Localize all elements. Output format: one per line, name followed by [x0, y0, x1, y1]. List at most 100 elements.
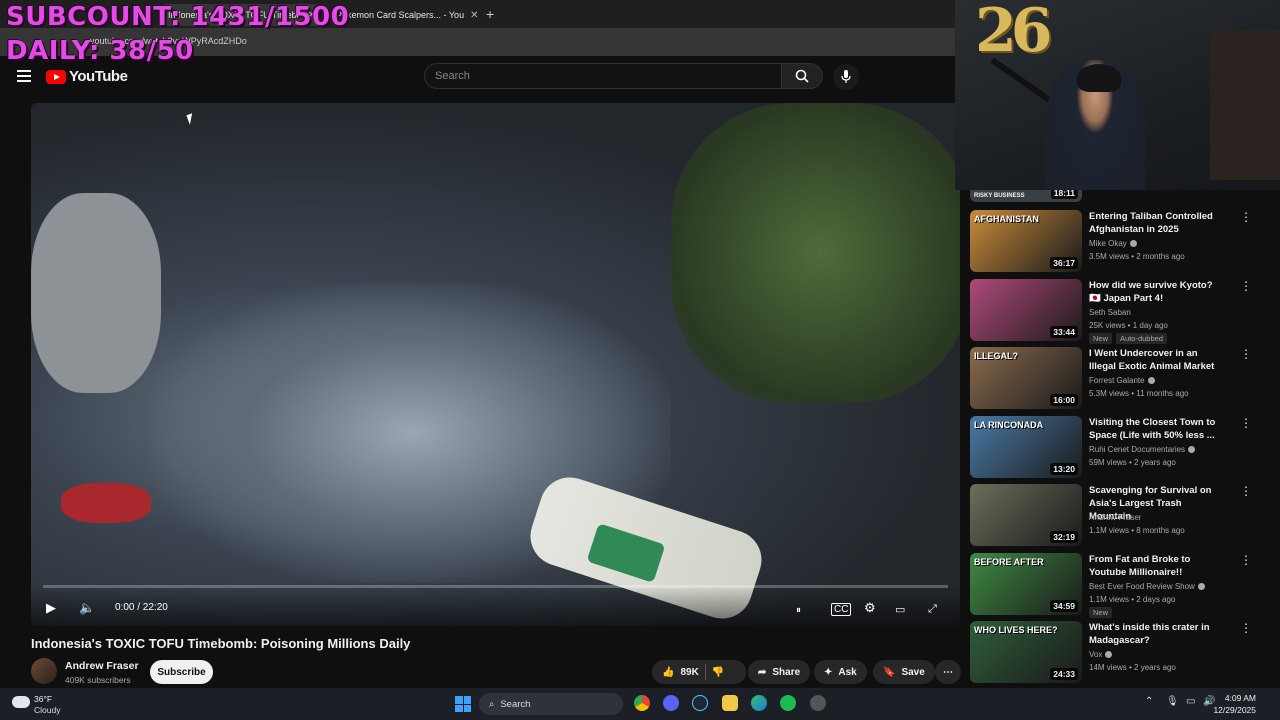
recommendation-title[interactable]: How did we survive Kyoto? 🇯🇵 Japan Part … — [1089, 279, 1219, 305]
search-button[interactable] — [781, 63, 823, 89]
spotify-icon[interactable] — [780, 695, 796, 711]
subscribe-button[interactable]: Subscribe — [150, 660, 213, 684]
more-vertical-icon[interactable]: ⋮ — [1240, 484, 1252, 498]
chevron-up-icon[interactable]: ⌃ — [1145, 696, 1153, 707]
thumbs-down-icon[interactable]: 👎 — [712, 667, 724, 678]
recommendation-channel[interactable]: Vox — [1089, 650, 1113, 659]
channel-avatar[interactable] — [31, 658, 57, 684]
progress-bar[interactable] — [43, 585, 948, 588]
video-frame-red-bag — [61, 483, 151, 523]
recommendation-thumbnail[interactable]: AFGHANISTAN 36:17 — [970, 210, 1082, 272]
microphone-icon[interactable]: 🎙 — [1166, 696, 1179, 707]
volume-icon[interactable]: 🔈 — [79, 600, 95, 616]
more-horizontal-icon: ⋯ — [943, 666, 953, 678]
recommendation-title[interactable]: I Went Undercover in an Illegal Exotic A… — [1089, 347, 1219, 373]
like-count[interactable]: 89K — [680, 667, 698, 678]
recommendation-title[interactable]: What's inside this crater in Madagascar? — [1089, 621, 1219, 647]
recommendation-item[interactable]: LA RINCONADA 13:20 Visiting the Closest To… — [970, 415, 1270, 478]
more-vertical-icon[interactable]: ⋮ — [1240, 347, 1252, 361]
windows-start-icon[interactable] — [455, 696, 471, 712]
recommendation-item[interactable]: ILLEGAL? 16:00 I Went Undercover in an Ill… — [970, 347, 1270, 409]
recommendation-thumbnail[interactable]: 32:19 — [970, 484, 1082, 546]
recommendation-item[interactable]: 32:19 Scavenging for Survival on Asia's L… — [970, 484, 1270, 546]
play-icon[interactable]: ▶ — [46, 600, 56, 616]
bookmark-icon: 🔖 — [883, 666, 896, 678]
share-button[interactable]: ➦ Share — [748, 660, 811, 684]
subcount-overlay: SUBCOUNT: 1431/1500 — [6, 2, 350, 32]
fullscreen-icon[interactable]: ⤢ — [928, 603, 937, 616]
network-icon[interactable]: ▭ — [1186, 696, 1195, 707]
divider — [704, 664, 706, 680]
thumbs-up-icon[interactable]: 👍 — [662, 667, 674, 678]
channel-name: Vox — [1089, 650, 1103, 659]
recommendation-item[interactable]: BEFORE AFTER 34:59 From Fat and Broke to Y… — [970, 552, 1270, 618]
file-explorer-icon[interactable] — [722, 695, 738, 711]
video-title: Indonesia's TOXIC TOFU Timebomb: Poisoni… — [31, 636, 411, 651]
thumbnail-text: WHO LIVES HERE? — [974, 625, 1058, 635]
weather-temperature[interactable]: 36°F — [34, 694, 52, 704]
badge: Auto-dubbed — [1116, 332, 1167, 344]
recommendation-channel[interactable]: Ruhi Cenet Documentaries — [1089, 445, 1196, 454]
more-vertical-icon[interactable]: ⋮ — [1240, 553, 1252, 567]
recommendation-thumbnail[interactable]: RISKY BUSINESS 18:11 — [970, 190, 1082, 202]
clock-date[interactable]: 12/29/2025 — [1200, 705, 1256, 715]
more-vertical-icon[interactable]: ⋮ — [1240, 279, 1252, 293]
duration-badge: 13:20 — [1050, 462, 1078, 475]
verified-check-icon — [1147, 377, 1155, 385]
like-dislike-group: 👍 89K 👎 — [652, 660, 746, 684]
microphone-icon — [841, 70, 851, 83]
thumb-badge: RISKY BUSINESS — [974, 193, 1025, 199]
duration-badge: 32:19 — [1050, 531, 1078, 543]
share-label: Share — [772, 666, 801, 678]
discord-icon[interactable] — [663, 695, 679, 711]
ask-button[interactable]: ✦ Ask — [814, 660, 867, 684]
recommendation-item[interactable]: AFGHANISTAN 36:17 Entering Taliban Control… — [970, 210, 1270, 272]
recommendation-channel[interactable]: Best Ever Food Review Show — [1089, 582, 1205, 591]
search-input[interactable]: Search — [424, 63, 782, 89]
recommendation-thumbnail[interactable]: LA RINCONADA 13:20 — [970, 415, 1082, 478]
cloud-icon[interactable] — [12, 696, 30, 708]
recommendation-meta: 1.1M views • 8 months ago — [1089, 526, 1185, 535]
more-vertical-icon[interactable]: ⋮ — [1240, 416, 1252, 430]
hamburger-menu-icon[interactable] — [17, 70, 31, 82]
theater-mode-icon[interactable]: ▭ — [895, 603, 905, 616]
video-player[interactable]: ▶ 🔈 0:00 / 22:20 ⏸ CC ⚙ ▭ ⤢ — [31, 103, 960, 626]
recommendation-title[interactable]: Entering Taliban Controlled Afghanistan … — [1089, 210, 1219, 236]
more-vertical-icon[interactable]: ⋮ — [1240, 210, 1252, 224]
recommendation-item[interactable]: 33:44 How did we survive Kyoto? 🇯🇵 Japan … — [970, 278, 1270, 344]
channel-name: Andrew Fraser — [1089, 513, 1142, 522]
close-tab-icon[interactable]: ✕ — [470, 10, 478, 21]
recommendation-thumbnail[interactable]: ILLEGAL? 16:00 — [970, 347, 1082, 409]
recommendation-item[interactable]: WHO LIVES HERE? 24:33 What's inside this c… — [970, 621, 1270, 683]
new-tab-icon[interactable]: + — [486, 6, 494, 22]
autoplay-toggle-icon[interactable]: ⏸ — [796, 605, 801, 616]
taskbar-search[interactable]: ⌕ Search — [479, 693, 623, 715]
verified-check-icon — [1188, 445, 1196, 453]
chrome-icon[interactable] — [634, 695, 650, 711]
obs-icon[interactable] — [810, 695, 826, 711]
steam-icon[interactable] — [692, 695, 708, 711]
recommendation-thumbnail[interactable]: BEFORE AFTER 34:59 — [970, 552, 1082, 615]
recommendation-title[interactable]: Visiting the Closest Town to Space (Life… — [1089, 416, 1219, 442]
channel-name[interactable]: Andrew Fraser — [65, 660, 139, 672]
recommendation-channel[interactable]: Andrew Fraser — [1089, 513, 1141, 522]
captions-icon[interactable]: CC — [831, 603, 852, 616]
recommendation-channel[interactable]: Seth Saban — [1089, 308, 1131, 317]
more-vertical-icon[interactable]: ⋮ — [1240, 621, 1252, 635]
settings-gear-icon[interactable]: ⚙ — [864, 600, 876, 616]
recommendation-title[interactable]: From Fat and Broke to Youtube Millionair… — [1089, 553, 1219, 579]
number-balloons: 26 — [975, 0, 1052, 66]
recommendation-item[interactable]: RISKY BUSINESS 18:11 — [970, 190, 1270, 202]
save-button[interactable]: 🔖 Save — [873, 660, 935, 684]
recommendation-channel[interactable]: Mike Okay — [1089, 239, 1137, 248]
clock-time[interactable]: 4:09 AM — [1212, 693, 1256, 703]
search-icon: ⌕ — [489, 698, 495, 710]
recommendation-thumbnail[interactable]: WHO LIVES HERE? 24:33 — [970, 621, 1082, 683]
more-actions-button[interactable]: ⋯ — [935, 660, 961, 684]
recommendation-thumbnail[interactable]: 33:44 — [970, 278, 1082, 341]
voice-search-button[interactable] — [833, 64, 859, 90]
recommendation-channel[interactable]: Forrest Galante — [1089, 376, 1155, 385]
youtube-logo[interactable]: YouTube — [46, 68, 128, 85]
weather-condition[interactable]: Cloudy — [34, 705, 60, 715]
edge-icon[interactable] — [751, 695, 767, 711]
